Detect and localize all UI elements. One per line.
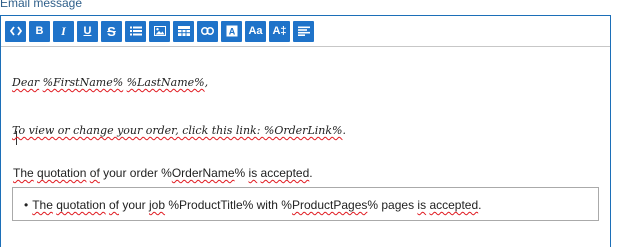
font-size-icon: Aa	[248, 24, 263, 37]
word-accepted: accepted	[260, 166, 310, 180]
order-name-variable: OrderName	[171, 166, 235, 180]
editor-toolbar: B I U S A Aa A‡	[1, 16, 610, 47]
underline-button[interactable]: U	[77, 20, 98, 42]
order-link-variable: %OrderLink%	[263, 124, 343, 137]
job-word-your: your	[122, 198, 146, 212]
italic-button[interactable]: I	[53, 20, 74, 42]
job-word-is: is	[417, 198, 427, 212]
last-name-variable: %LastName%	[126, 76, 205, 89]
insert-table-button[interactable]	[173, 20, 194, 42]
table-icon	[177, 26, 190, 36]
line-height-button[interactable]: A‡	[269, 20, 290, 42]
first-name-variable: %FirstName%	[42, 76, 124, 89]
job-mid-text: %ProductTitle% with %	[168, 198, 292, 212]
source-code-button[interactable]	[5, 20, 26, 42]
product-pages-variable: ProductPages	[291, 198, 368, 212]
field-label: Email message	[0, 0, 83, 10]
greeting-comma: ,	[204, 76, 209, 89]
quotation-after: %	[234, 166, 249, 180]
link-icon	[201, 27, 214, 35]
greeting-line: Dear %FirstName% %LastName%,	[12, 76, 208, 89]
line-height-icon: A‡	[272, 24, 287, 37]
code-icon	[9, 26, 22, 36]
align-left-icon	[297, 26, 310, 36]
align-button[interactable]	[293, 20, 314, 42]
bullet-icon: •	[24, 198, 29, 212]
job-repeat-block[interactable]: • The quotation of your job %ProductTitle…	[12, 187, 599, 221]
job-word-accepted: accepted	[429, 198, 479, 212]
strikethrough-button[interactable]: S	[101, 20, 122, 42]
bold-icon: B	[35, 24, 44, 37]
quotation-period: .	[309, 166, 313, 180]
word-the: The	[13, 166, 34, 180]
text-color-button[interactable]: A	[221, 20, 242, 42]
order-link-period: .	[342, 124, 346, 137]
quotation-line: The quotation of your order %OrderName% …	[13, 166, 313, 180]
text-color-icon: A	[226, 25, 237, 37]
greeting-dear: Dear	[12, 76, 40, 89]
job-list-item: • The quotation of your job %ProductTitle…	[24, 198, 481, 212]
job-period: .	[478, 198, 482, 212]
editor-content[interactable]: Dear %FirstName% %LastName%, To view or …	[1, 47, 610, 247]
job-word-the: The	[32, 198, 53, 212]
strikethrough-icon: S	[107, 23, 116, 39]
rich-text-editor[interactable]: B I U S A Aa A‡ Dear %FirstName% %LastNa…	[0, 15, 611, 247]
job-word-job: job	[149, 198, 166, 212]
underline-icon: U	[83, 24, 92, 37]
word-quotation: quotation	[37, 166, 87, 180]
job-word-of: of	[108, 198, 119, 212]
insert-link-button[interactable]	[197, 20, 218, 42]
word-of: of	[89, 166, 100, 180]
quotation-middle: your order %	[103, 166, 172, 180]
order-link-line: To view or change your order, click this…	[12, 124, 346, 137]
job-mid-text-2: % pages	[367, 198, 418, 212]
svg-text:A: A	[228, 27, 235, 37]
list-icon	[129, 26, 142, 36]
insert-image-button[interactable]	[149, 20, 170, 42]
word-is: is	[248, 166, 258, 180]
image-icon	[153, 26, 166, 36]
italic-icon: I	[61, 24, 66, 38]
order-link-text: To view or change your order, click this…	[12, 124, 264, 137]
bold-button[interactable]: B	[29, 20, 50, 42]
font-size-button[interactable]: Aa	[245, 20, 266, 42]
bulleted-list-button[interactable]	[125, 20, 146, 42]
job-word-quotation: quotation	[56, 198, 106, 212]
